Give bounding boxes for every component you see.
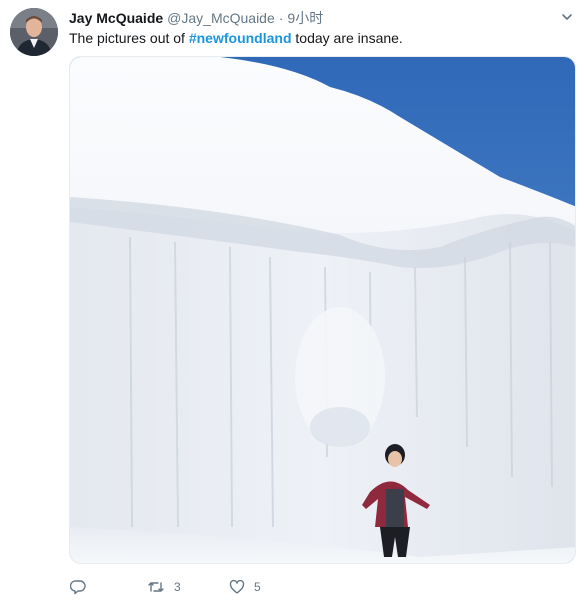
reply-icon [70,580,86,595]
separator-dot: · [278,10,284,26]
reply-button[interactable] [70,579,147,595]
tweet-text-start: The pictures out of [69,30,189,46]
tweet-text: The pictures out of #newfoundland today … [69,29,569,47]
like-button[interactable]: 5 [229,579,309,595]
tweet[interactable]: Jay McQuaide @Jay_McQuaide · 9小时 The pic… [0,0,584,601]
tweet-photo[interactable] [69,56,576,564]
snow-wall-photo [70,57,575,563]
like-count: 5 [254,580,261,594]
avatar-image [10,8,58,56]
timestamp[interactable]: 9小时 [287,8,323,28]
tweet-text-end: today are insane. [291,30,403,46]
user-handle[interactable]: @Jay_McQuaide [167,10,275,26]
tweet-header: Jay McQuaide @Jay_McQuaide · 9小时 [69,8,323,26]
more-options-button[interactable] [560,10,574,24]
chevron-down-icon [562,14,572,20]
retweet-button[interactable]: 3 [147,579,229,595]
tweet-actions: 3 5 [70,577,309,597]
hashtag-link[interactable]: #newfoundland [189,30,292,46]
display-name[interactable]: Jay McQuaide [69,10,163,26]
retweet-icon [148,582,164,592]
heart-icon [229,579,245,594]
avatar[interactable] [10,8,58,56]
retweet-count: 3 [174,580,181,594]
